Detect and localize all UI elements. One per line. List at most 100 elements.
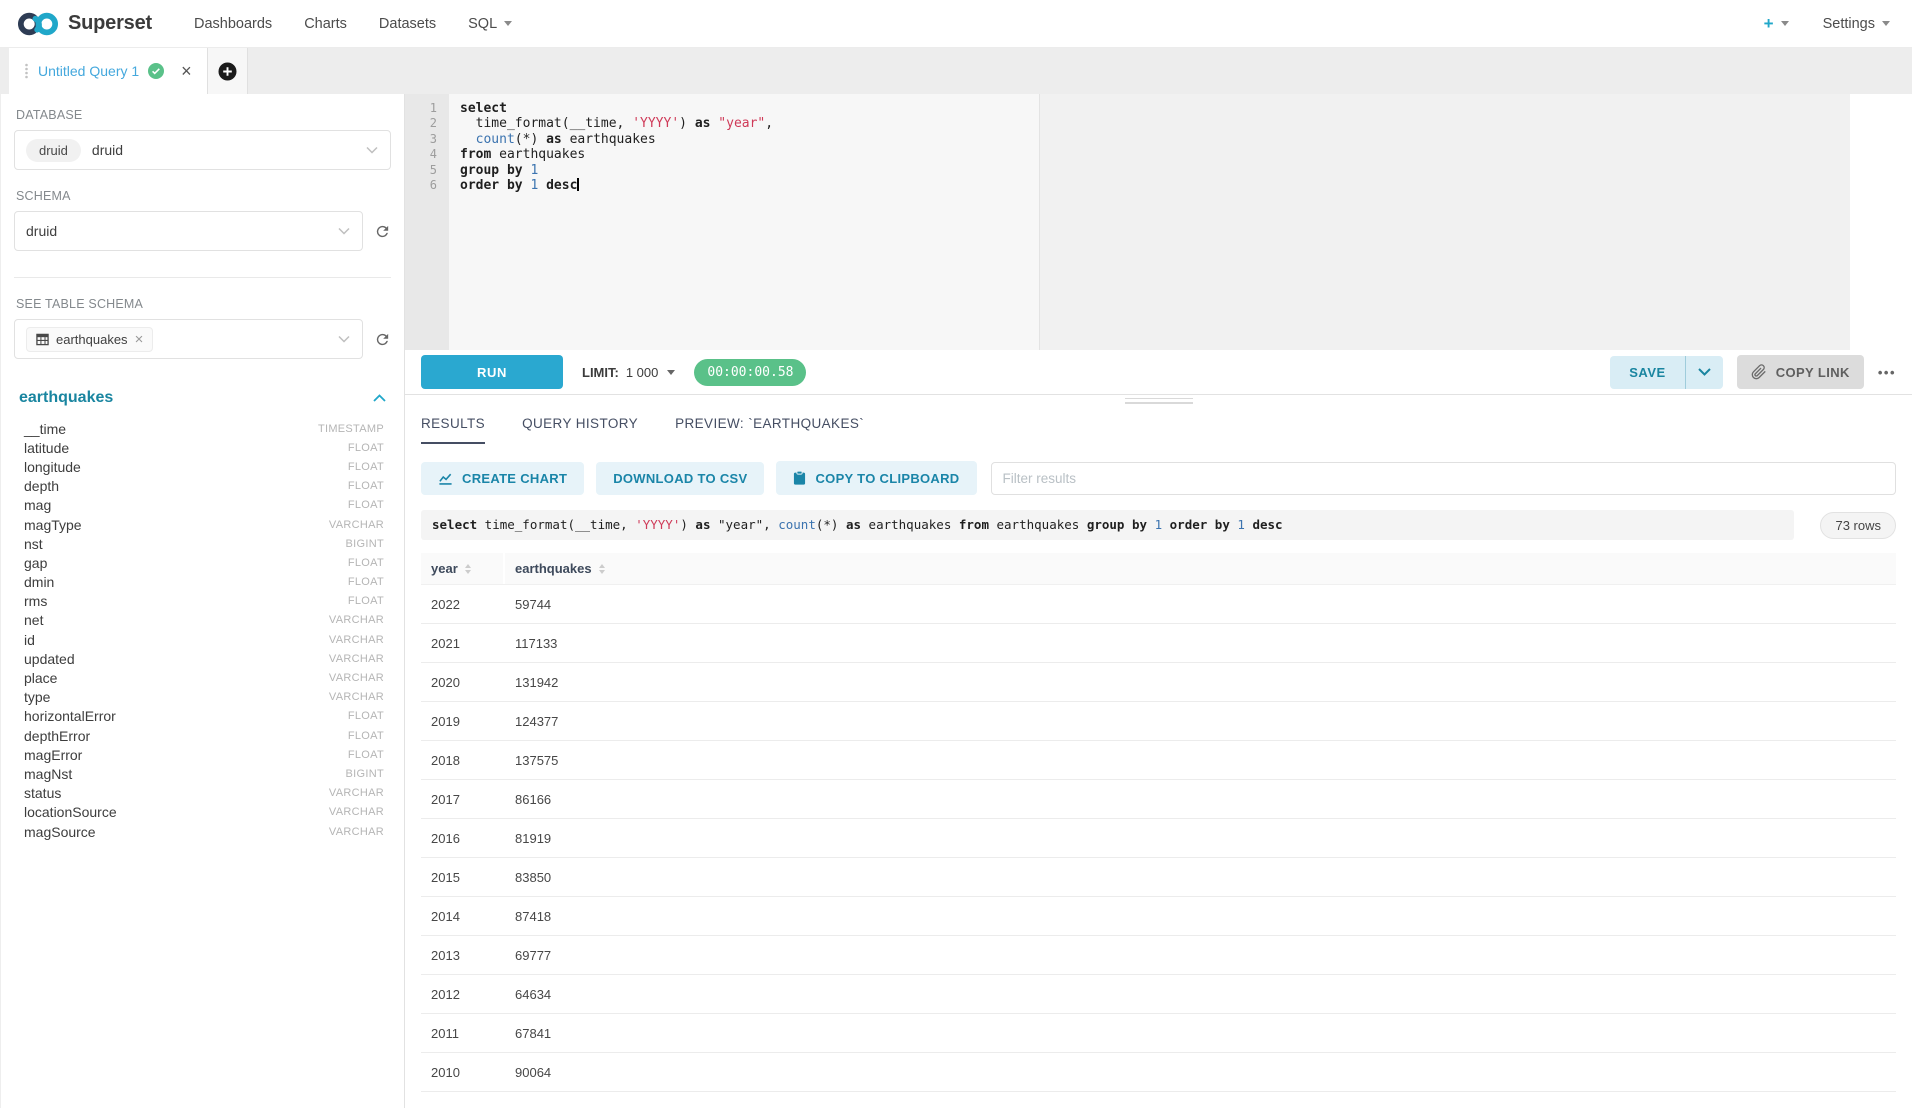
filter-results-input[interactable] [991, 462, 1897, 495]
line-number: 2 [405, 116, 449, 131]
save-split-button: SAVE [1610, 356, 1722, 389]
chevron-down-icon [1698, 368, 1711, 376]
refresh-schema-button[interactable] [374, 223, 391, 240]
column-type: TIMESTAMP [318, 423, 384, 435]
create-chart-button[interactable]: CREATE CHART [421, 462, 584, 495]
new-item-menu-button[interactable]: + [1764, 14, 1789, 34]
column-header-earthquakes[interactable]: earthquakes [505, 553, 1896, 584]
save-button[interactable]: SAVE [1610, 356, 1685, 389]
sort-icon[interactable] [599, 564, 605, 574]
column-type: VARCHAR [329, 653, 384, 665]
table-row: 202259744 [421, 585, 1896, 624]
column-type: FLOAT [348, 749, 384, 761]
line-number: 5 [405, 163, 449, 178]
column-type: VARCHAR [329, 691, 384, 703]
column-name: depthError [24, 728, 90, 744]
query-tab[interactable]: Untitled Query 1 × [9, 48, 208, 94]
table-row: 201167841 [421, 1014, 1896, 1053]
schema-column: nstBIGINT [14, 534, 391, 553]
sort-icon[interactable] [465, 564, 471, 574]
caret-down-icon [504, 21, 512, 26]
table-row: 2021117133 [421, 624, 1896, 663]
column-type: BIGINT [346, 768, 384, 780]
limit-label: LIMIT: [582, 365, 619, 380]
results-tab-query-history[interactable]: QUERY HISTORY [522, 416, 638, 444]
column-header-year[interactable]: year [421, 553, 505, 584]
sql-lab-content: DATABASE druid druid SCHEMA druid [0, 94, 1912, 1108]
plus-label: + [1764, 14, 1774, 34]
table-tag: earthquakes × [26, 327, 153, 352]
table-schema-header[interactable]: earthquakes [19, 389, 386, 407]
table-select[interactable]: earthquakes × [14, 319, 363, 359]
new-tab-button[interactable] [208, 48, 248, 94]
sidebar: DATABASE druid druid SCHEMA druid [1, 94, 405, 1108]
limit-dropdown[interactable]: LIMIT: 1 000 [582, 365, 675, 380]
nav-item-dashboards[interactable]: Dashboards [178, 16, 288, 32]
nav-item-charts[interactable]: Charts [288, 16, 363, 32]
schema-column: magErrorFLOAT [14, 745, 391, 764]
table-cell: 2015 [421, 858, 505, 896]
copy-link-button[interactable]: COPY LINK [1737, 355, 1864, 389]
toolbar-right: SAVE COPY LINK ••• [1610, 355, 1896, 389]
line-number: 4 [405, 147, 449, 162]
table-cell: 2014 [421, 897, 505, 935]
table-cell: 81919 [505, 819, 561, 857]
create-chart-label: CREATE CHART [462, 471, 567, 486]
remove-table-icon[interactable]: × [135, 332, 144, 347]
navbar-right: + Settings [1764, 14, 1890, 34]
table-cell: 117133 [505, 624, 567, 662]
table-cell: 86166 [505, 780, 561, 818]
settings-menu[interactable]: Settings [1823, 16, 1890, 32]
copy-link-label: COPY LINK [1776, 365, 1850, 380]
schema-column: type VARCHAR [14, 688, 391, 707]
paperclip-icon [1751, 364, 1767, 380]
table-cell: 2022 [421, 585, 505, 623]
column-type: FLOAT [348, 595, 384, 607]
caret-down-icon [1781, 21, 1789, 26]
schema-column: __time TIMESTAMP [14, 419, 391, 438]
run-button[interactable]: RUN [421, 355, 563, 389]
chevron-down-icon [338, 336, 350, 343]
refresh-table-button[interactable] [374, 331, 391, 348]
download-csv-button[interactable]: DOWNLOAD TO CSV [596, 462, 764, 495]
drag-dots-icon[interactable] [24, 63, 29, 79]
table-cell: 67841 [505, 1014, 561, 1052]
table-row: 201786166 [421, 780, 1896, 819]
schema-column: gapFLOAT [14, 553, 391, 572]
collapse-chevron-up-icon[interactable] [373, 394, 386, 402]
column-type: BIGINT [346, 538, 384, 550]
caret-down-icon [667, 370, 675, 375]
query-tab-label: Untitled Query 1 [38, 63, 139, 79]
schema-column: longitudeFLOAT [14, 457, 391, 476]
main-pane: 123456 select time_format(__time, 'YYYY'… [405, 94, 1912, 1108]
pane-resize-handle[interactable] [405, 395, 1912, 406]
nav-item-datasets[interactable]: Datasets [363, 16, 452, 32]
table-cell: 2020 [421, 663, 505, 701]
more-options-button[interactable]: ••• [1878, 365, 1896, 380]
column-name: type [24, 689, 50, 705]
table-cell: 2012 [421, 975, 505, 1013]
column-name: magNst [24, 766, 72, 782]
schema-column: depthError FLOAT [14, 726, 391, 745]
column-name: gap [24, 555, 47, 571]
sql-editor[interactable]: 123456 select time_format(__time, 'YYYY'… [405, 94, 1850, 350]
caret-down-icon [1882, 21, 1890, 26]
column-type: VARCHAR [329, 634, 384, 646]
table-cell: 137575 [505, 741, 568, 779]
nav-item-sql[interactable]: SQL [452, 16, 528, 32]
schema-select[interactable]: druid [14, 211, 363, 251]
line-number: 1 [405, 101, 449, 116]
column-name: locationSource [24, 804, 117, 820]
results-table-header: yearearthquakes [421, 553, 1896, 585]
schema-column: locationSourceVARCHAR [14, 803, 391, 822]
column-name: __time [24, 421, 66, 437]
results-tab-results[interactable]: RESULTS [421, 416, 485, 444]
copy-clipboard-button[interactable]: COPY TO CLIPBOARD [776, 461, 976, 495]
save-dropdown-button[interactable] [1686, 356, 1723, 389]
results-tab-preview-earthquakes[interactable]: PREVIEW: `EARTHQUAKES` [675, 416, 864, 444]
close-tab-icon[interactable]: × [181, 62, 192, 80]
database-select[interactable]: druid druid [14, 130, 391, 170]
schema-column: magNst BIGINT [14, 764, 391, 783]
brand[interactable]: Superset [16, 9, 152, 39]
column-type: FLOAT [348, 730, 384, 742]
